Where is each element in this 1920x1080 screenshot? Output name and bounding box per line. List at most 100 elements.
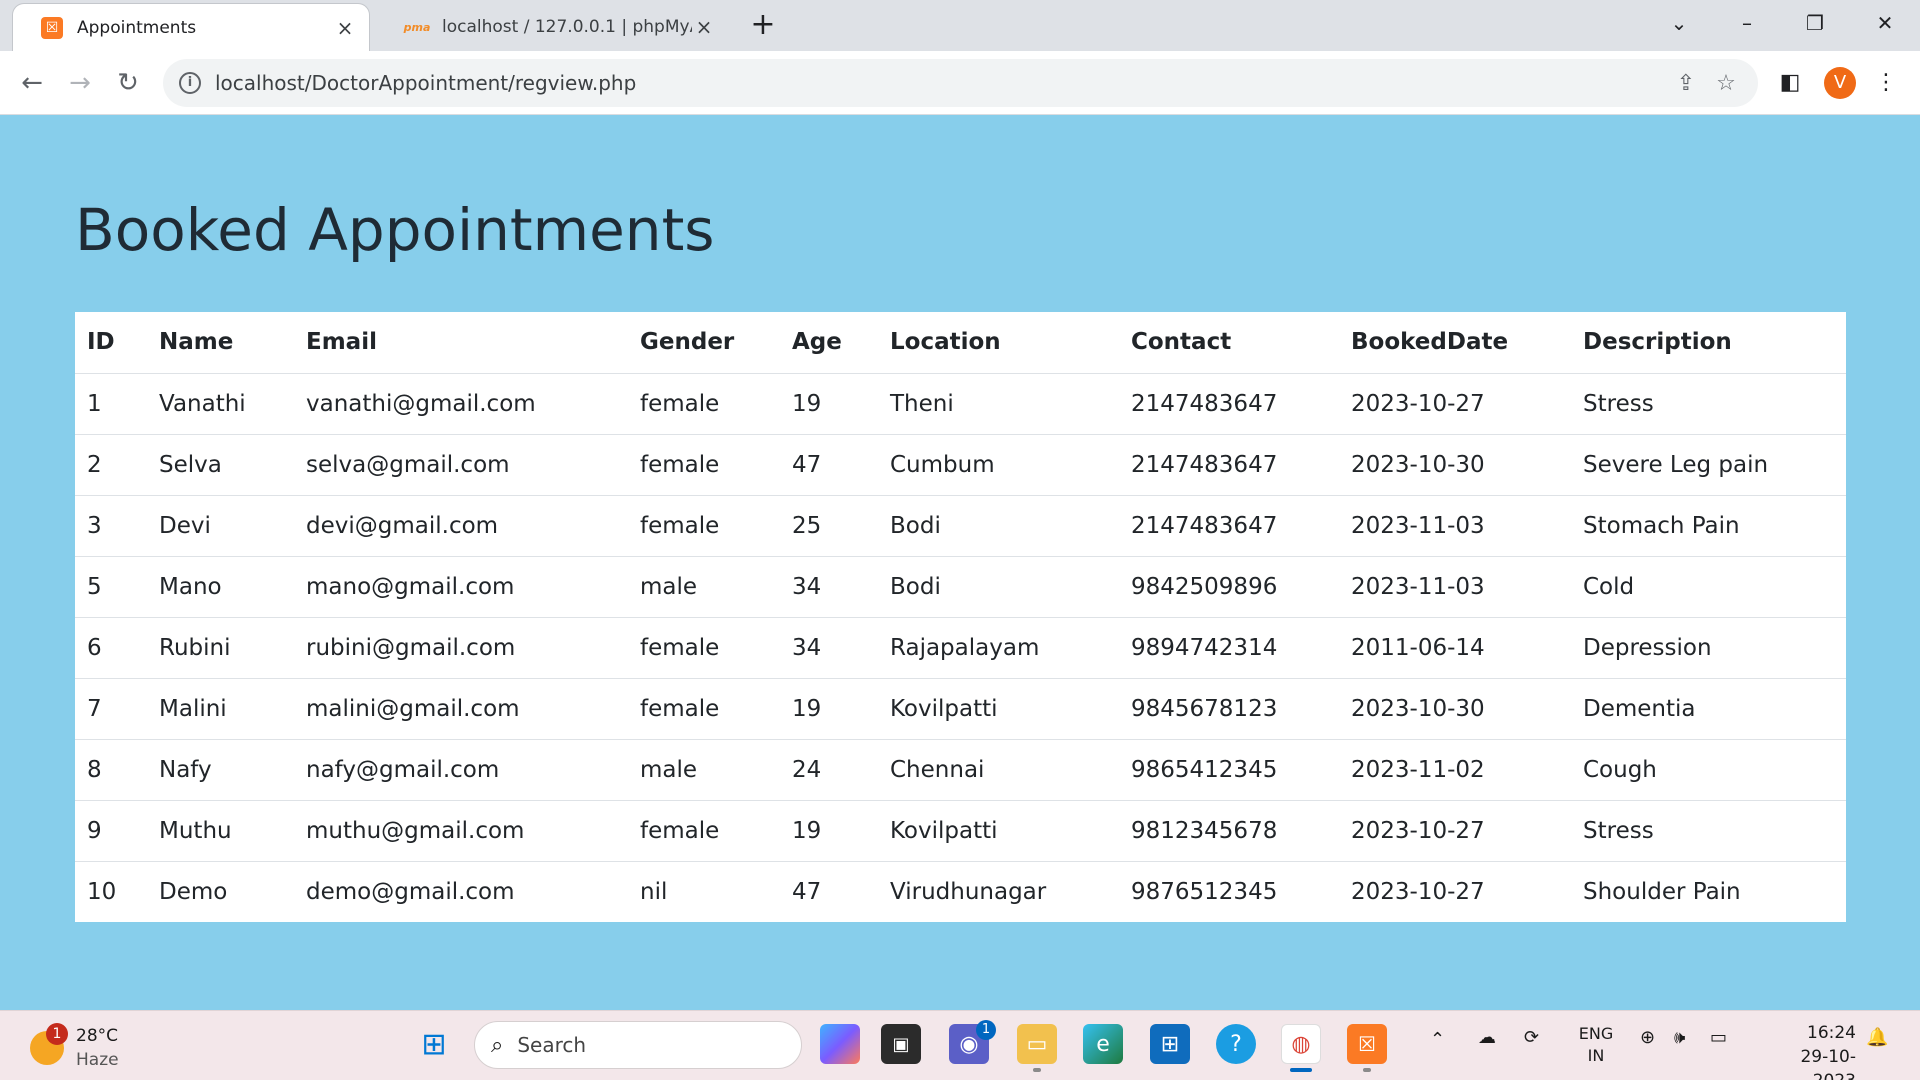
site-info-icon[interactable]: i bbox=[179, 72, 201, 94]
battery-icon[interactable]: ▭ bbox=[1710, 1027, 1727, 1048]
forward-arrow-icon[interactable]: → bbox=[62, 65, 98, 101]
table-cell: 34 bbox=[780, 617, 878, 679]
table-cell: Cough bbox=[1571, 739, 1846, 801]
close-window-icon[interactable]: ✕ bbox=[1862, 6, 1908, 40]
table-cell: Malini bbox=[147, 678, 294, 740]
table-cell: 2 bbox=[75, 434, 147, 496]
clock-time: 16:24 bbox=[1807, 1023, 1856, 1043]
page-title: Booked Appointments bbox=[75, 196, 715, 264]
table-cell: female bbox=[628, 495, 780, 557]
column-header: Location bbox=[878, 312, 1119, 374]
copilot-icon[interactable] bbox=[820, 1024, 860, 1064]
network-globe-icon[interactable]: ⊕ bbox=[1640, 1027, 1655, 1048]
language-indicator[interactable]: ENG IN bbox=[1576, 1023, 1616, 1067]
table-cell: selva@gmail.com bbox=[294, 434, 628, 496]
close-tab-icon[interactable]: × bbox=[692, 15, 716, 39]
tab-phpmyadmin[interactable]: pma localhost / 127.0.0.1 | phpMyAdmin × bbox=[378, 3, 728, 51]
table-cell: 2023-10-30 bbox=[1339, 678, 1571, 740]
table-cell: female bbox=[628, 678, 780, 740]
column-header: Age bbox=[780, 312, 878, 374]
table-cell: muthu@gmail.com bbox=[294, 800, 628, 862]
reload-icon[interactable]: ↻ bbox=[110, 65, 146, 101]
table-cell: 47 bbox=[792, 878, 822, 905]
taskbar-search-box[interactable]: ⌕ Search bbox=[474, 1021, 802, 1069]
table-cell: Demo bbox=[159, 878, 228, 905]
table-cell: 2147483647 bbox=[1119, 434, 1339, 496]
page-content: Booked Appointments ID Name Email Gender… bbox=[0, 116, 1920, 1010]
appointments-table-container: ID Name Email Gender Age Location Contac… bbox=[75, 312, 1846, 922]
new-tab-button[interactable]: + bbox=[746, 10, 780, 44]
column-header: Contact bbox=[1119, 312, 1339, 374]
volume-icon[interactable]: 🕪 bbox=[1674, 1027, 1685, 1048]
table-cell: Chennai bbox=[878, 739, 1119, 801]
table-cell: 2023-10-27 bbox=[1351, 878, 1485, 905]
notifications-bell-icon[interactable]: 🔔 bbox=[1866, 1027, 1888, 1048]
helper-app-icon[interactable]: ? bbox=[1216, 1024, 1256, 1064]
url-text[interactable]: localhost/DoctorAppointment/regview.php bbox=[215, 71, 1666, 95]
table-cell: Nafy bbox=[147, 739, 294, 801]
close-tab-icon[interactable]: × bbox=[333, 16, 357, 40]
table-cell: 10 bbox=[87, 878, 117, 905]
table-row: 8 Nafy nafy@gmail.com male 24 Chennai 98654123… bbox=[75, 739, 1846, 801]
restore-icon[interactable]: ❐ bbox=[1792, 6, 1838, 40]
windows-taskbar: 1 28°C Haze ⊞ ⌕ Search ▣ ◉ 1 ▭ e ⊞ ? ◍ ☒… bbox=[0, 1010, 1920, 1080]
column-header: Gender bbox=[628, 312, 780, 374]
table-cell: vanathi@gmail.com bbox=[294, 373, 628, 435]
table-cell: Cold bbox=[1571, 556, 1846, 618]
table-cell: 2023-10-30 bbox=[1339, 434, 1571, 496]
windows-start-icon[interactable]: ⊞ bbox=[414, 1024, 454, 1064]
table-cell: 34 bbox=[780, 556, 878, 618]
language-line1: ENG bbox=[1578, 1024, 1614, 1043]
table-row: 5 Mano mano@gmail.com male 34 Bodi 9842509896 2… bbox=[75, 556, 1846, 618]
side-panel-icon[interactable]: ◧ bbox=[1772, 65, 1808, 101]
table-cell: 9 bbox=[75, 800, 147, 862]
chat-badge: 1 bbox=[976, 1020, 996, 1040]
menu-kebab-icon[interactable]: ⋮ bbox=[1868, 65, 1904, 101]
table-cell: 19 bbox=[780, 373, 878, 435]
table-cell: 9812345678 bbox=[1119, 800, 1339, 862]
table-cell: Cumbum bbox=[878, 434, 1119, 496]
share-icon[interactable]: ⇪ bbox=[1666, 71, 1706, 96]
table-cell: Virudhunagar bbox=[890, 878, 1047, 905]
back-arrow-icon[interactable]: ← bbox=[14, 65, 50, 101]
table-cell: Kovilpatti bbox=[878, 800, 1119, 862]
table-cell: 9845678123 bbox=[1119, 678, 1339, 740]
table-cell: 24 bbox=[780, 739, 878, 801]
table-header-row: ID Name Email Gender Age Location Contac… bbox=[75, 312, 1846, 374]
table-cell: male bbox=[628, 556, 780, 618]
table-cell: female bbox=[628, 434, 780, 496]
table-cell: 2023-10-27 bbox=[1339, 373, 1571, 435]
task-view-icon[interactable]: ▣ bbox=[881, 1024, 921, 1064]
sync-icon[interactable]: ⟳ bbox=[1524, 1027, 1539, 1048]
minimize-icon[interactable]: – bbox=[1724, 6, 1770, 40]
tab-strip: ☒ Appointments × pma localhost / 127.0.0… bbox=[0, 0, 1920, 51]
table-cell: rubini@gmail.com bbox=[294, 617, 628, 679]
clock-date: 29-10-2023 bbox=[1800, 1047, 1856, 1080]
microsoft-store-icon[interactable]: ⊞ bbox=[1150, 1024, 1190, 1064]
address-bar[interactable]: i localhost/DoctorAppointment/regview.ph… bbox=[163, 59, 1758, 107]
column-header: Name bbox=[147, 312, 294, 374]
column-header: BookedDate bbox=[1339, 312, 1571, 374]
table-cell: 9876512345 bbox=[1131, 878, 1278, 905]
tab-appointments[interactable]: ☒ Appointments × bbox=[12, 3, 370, 51]
tab-search-chevron-down-icon[interactable]: ⌄ bbox=[1656, 6, 1702, 40]
onedrive-icon[interactable]: ☁ bbox=[1478, 1027, 1496, 1048]
table-cell: Severe Leg pain bbox=[1571, 434, 1846, 496]
xampp-icon[interactable]: ☒ bbox=[1347, 1024, 1387, 1064]
xampp-favicon-icon: ☒ bbox=[41, 16, 63, 39]
show-hidden-icons-chevron-up-icon[interactable]: ⌃ bbox=[1430, 1029, 1445, 1050]
bookmark-star-icon[interactable]: ☆ bbox=[1706, 71, 1746, 96]
table-cell: malini@gmail.com bbox=[294, 678, 628, 740]
file-explorer-icon[interactable]: ▭ bbox=[1017, 1024, 1057, 1064]
table-cell: Selva bbox=[147, 434, 294, 496]
table-cell: Dementia bbox=[1571, 678, 1846, 740]
table-row: 9 Muthu muthu@gmail.com female 19 Kovilpatti 9… bbox=[75, 800, 1846, 862]
language-line2: IN bbox=[1587, 1046, 1605, 1065]
profile-avatar[interactable]: V bbox=[1824, 67, 1856, 99]
edge-browser-icon[interactable]: e bbox=[1083, 1024, 1123, 1064]
clock[interactable]: 16:24 29-10-2023 bbox=[1760, 1021, 1856, 1080]
table-cell: devi@gmail.com bbox=[294, 495, 628, 557]
weather-widget[interactable]: 1 28°C Haze bbox=[26, 1023, 146, 1071]
chrome-active-indicator bbox=[1290, 1068, 1312, 1072]
chrome-icon[interactable]: ◍ bbox=[1281, 1024, 1321, 1064]
